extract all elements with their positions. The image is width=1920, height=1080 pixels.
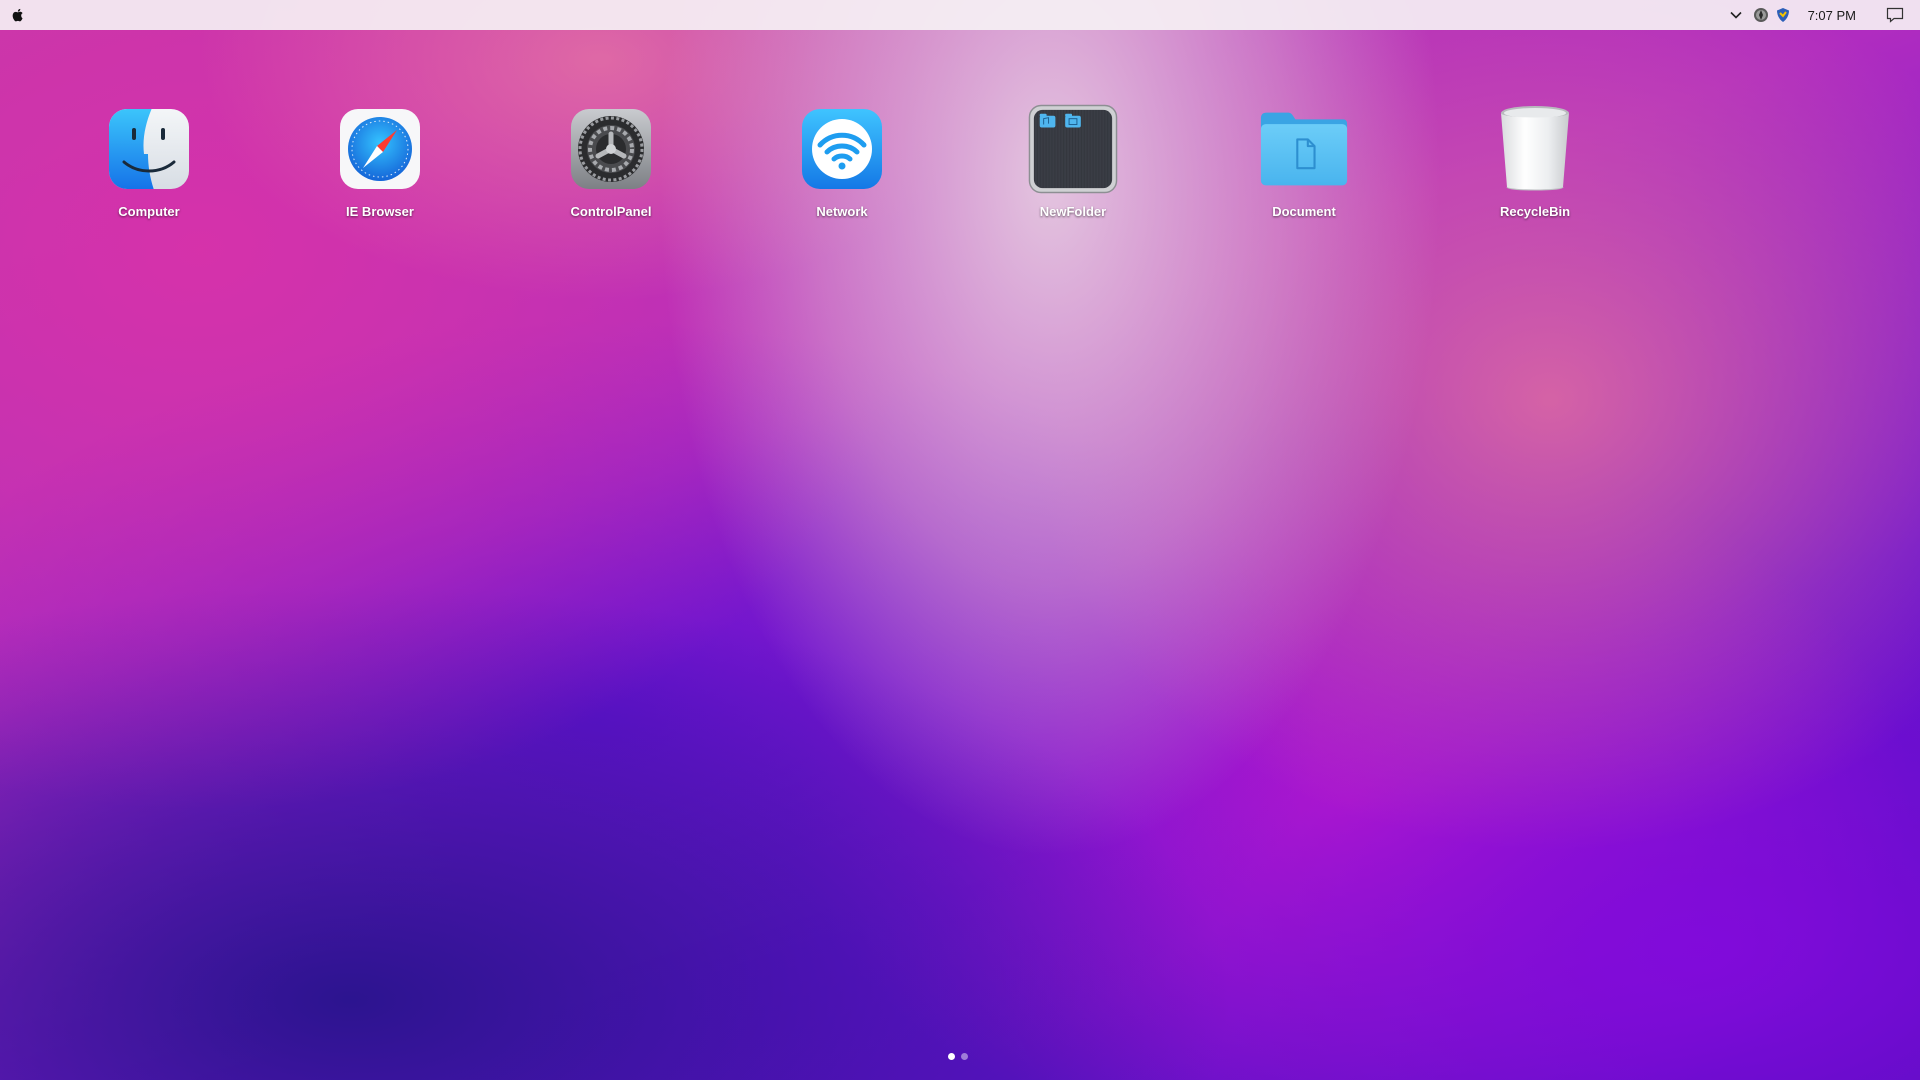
document-folder-icon — [1259, 104, 1349, 194]
desktop-icon-label: Document — [1272, 204, 1336, 219]
desktop-icon-controlpanel[interactable]: ControlPanel — [541, 104, 681, 219]
desktop: 7:07 PM Computer IE Browser ControlPanel… — [0, 0, 1920, 1080]
page-dot-1[interactable] — [948, 1053, 955, 1060]
desktop-icon-ie-browser[interactable]: IE Browser — [310, 104, 450, 219]
clock[interactable]: 7:07 PM — [1808, 8, 1856, 23]
gear-icon — [566, 104, 656, 194]
desktop-icon-label: NewFolder — [1039, 204, 1107, 219]
desktop-icon-label: RecycleBin — [1499, 204, 1571, 219]
desktop-icon-document[interactable]: Document — [1234, 104, 1374, 219]
desktop-icon-newfolder[interactable]: NewFolder — [1003, 104, 1143, 219]
apple-icon[interactable] — [10, 7, 26, 23]
globe-status-icon[interactable] — [1750, 0, 1772, 30]
menu-bar: 7:07 PM — [0, 0, 1920, 30]
desktop-icon-computer[interactable]: Computer — [79, 104, 219, 219]
desktop-icon-label: Computer — [118, 204, 180, 219]
trash-icon — [1490, 104, 1580, 194]
chevron-down-icon[interactable] — [1726, 0, 1746, 30]
page-dot-2[interactable] — [961, 1053, 968, 1060]
desktop-icon-label: Network — [816, 204, 868, 219]
wifi-icon — [797, 104, 887, 194]
compass-browser-icon — [335, 104, 425, 194]
desktop-icon-recyclebin[interactable]: RecycleBin — [1465, 104, 1605, 219]
folder-stack-icon — [1028, 104, 1118, 194]
desktop-icon-label: IE Browser — [346, 204, 414, 219]
shield-status-icon[interactable] — [1772, 0, 1794, 30]
desktop-icon-grid: Computer IE Browser ControlPanel Network… — [0, 104, 1920, 234]
notification-icon[interactable] — [1884, 0, 1906, 30]
desktop-icon-label: ControlPanel — [570, 204, 652, 219]
page-indicator — [948, 1053, 968, 1060]
desktop-icon-network[interactable]: Network — [772, 104, 912, 219]
system-tray: 7:07 PM — [1726, 0, 1920, 30]
finder-icon — [104, 104, 194, 194]
